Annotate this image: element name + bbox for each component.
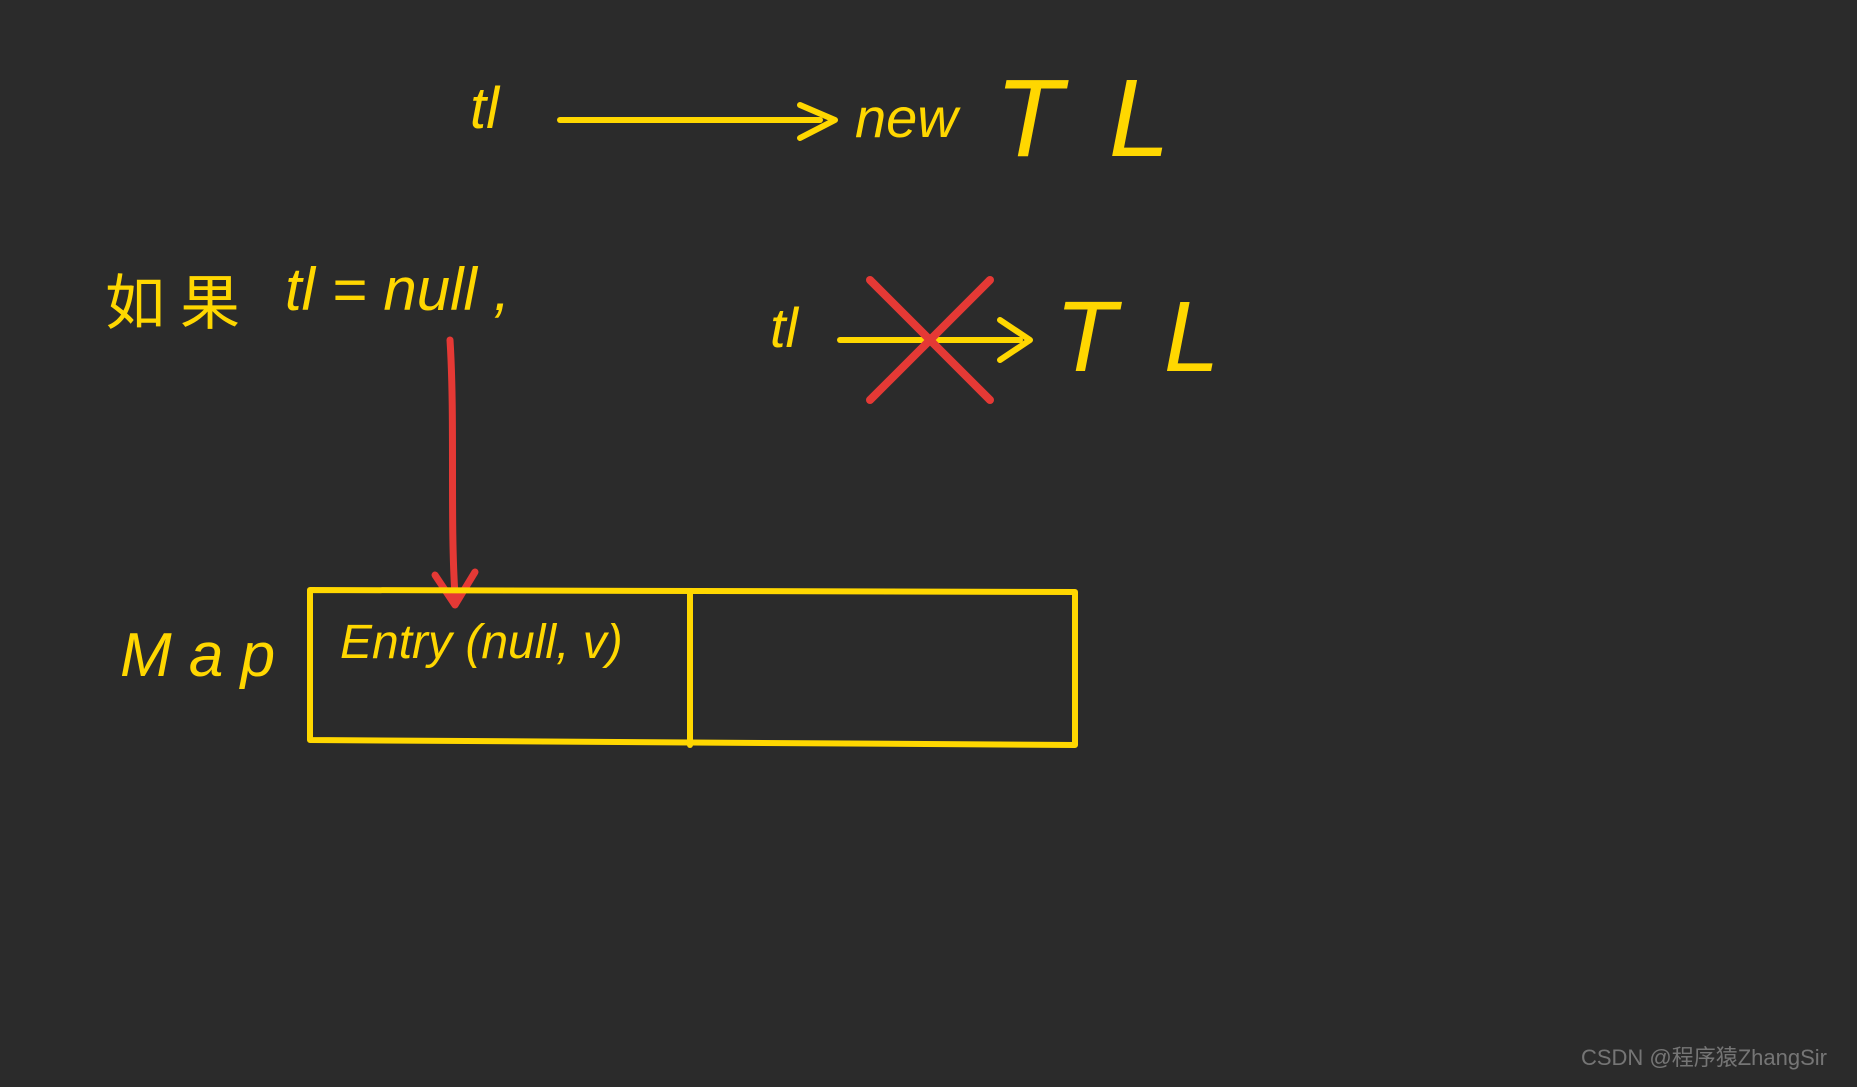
tl-mid-label: tl — [770, 295, 798, 360]
TL-big-mid: T L — [1055, 280, 1229, 395]
new-label: new — [855, 85, 958, 150]
TL-big-top: T L — [995, 55, 1178, 182]
tl-top-label: tl — [470, 75, 499, 142]
map-entry-text: Entry (null, v) — [340, 615, 623, 670]
condition-expr: tl = null , — [285, 255, 510, 324]
map-label: M a p — [120, 620, 275, 691]
red-arrow-down-shaft — [450, 340, 455, 595]
watermark-text: CSDN @程序猿ZhangSir — [1581, 1040, 1827, 1072]
diagram-canvas: new TL --> — [0, 0, 1857, 1087]
condition-prefix-cn: 如 果 — [105, 255, 240, 342]
